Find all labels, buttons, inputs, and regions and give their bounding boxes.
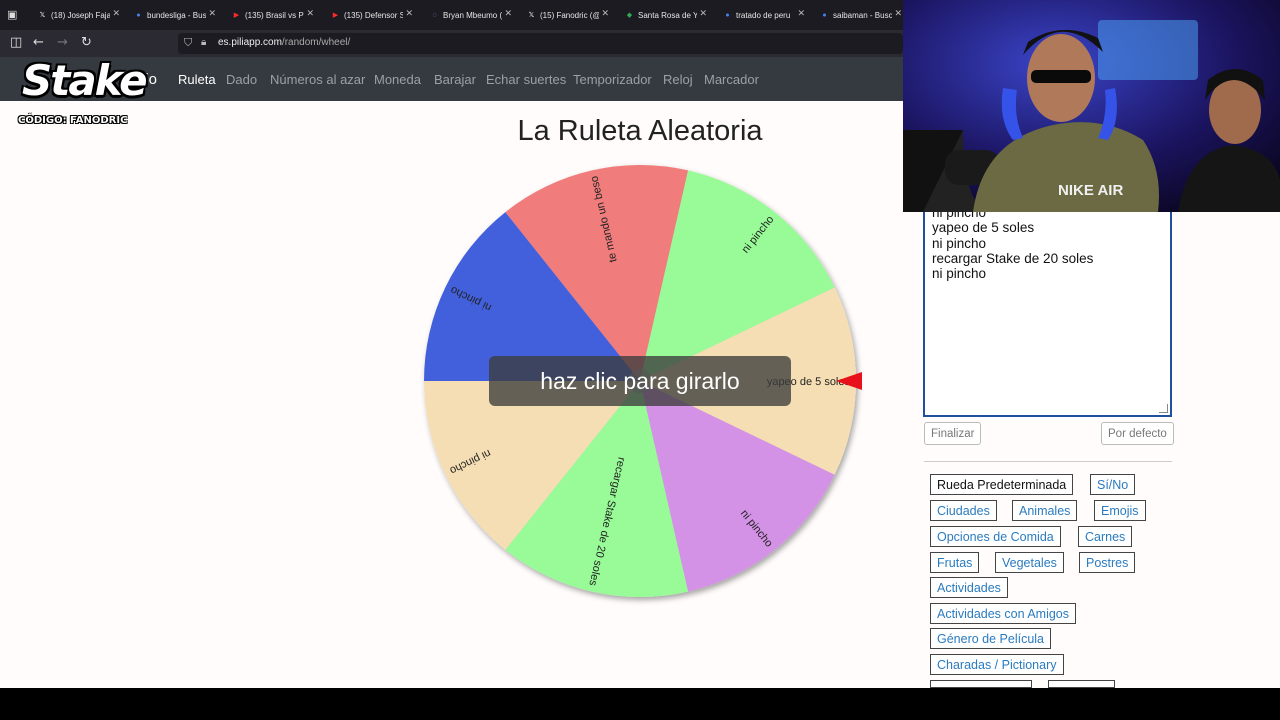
- maps-icon: ◆: [626, 12, 633, 19]
- nav-echar-suertes[interactable]: Echar suertes: [486, 72, 566, 87]
- preset-emojis[interactable]: Emojis: [1094, 500, 1146, 521]
- browser-tab-label: (135) Brasil vs Pe: [245, 10, 309, 20]
- x-icon: 𝕏: [528, 12, 535, 19]
- tab-close-icon[interactable]: ✕: [599, 8, 609, 19]
- webcam-overlay: NIKE AIR: [903, 0, 1280, 212]
- preset-postres[interactable]: Postres: [1079, 552, 1136, 573]
- nav-barajar[interactable]: Barajar: [434, 72, 476, 87]
- textarea-line: yapeo de 5 soles: [932, 220, 1035, 236]
- forward-arrow-icon[interactable]: →: [57, 36, 68, 50]
- tab-close-icon[interactable]: ✕: [795, 8, 805, 19]
- textarea-line: ni pincho: [932, 266, 987, 282]
- finish-button[interactable]: Finalizar: [924, 422, 982, 445]
- lock-icon[interactable]: 🔒︎: [201, 36, 206, 50]
- panel-divider: [924, 461, 1172, 462]
- webcam-shirt-text: NIKE AIR: [1058, 182, 1123, 199]
- browser-tab[interactable]: ● tratado de peru ✕: [723, 5, 805, 25]
- textarea-line: recargar Stake de 20 soles: [932, 250, 1094, 266]
- browser-tab[interactable]: ● saibaman - Busc ✕: [820, 5, 902, 25]
- browser-tab-label: (15) Fanodric (@: [540, 10, 601, 20]
- nav-marcador[interactable]: Marcador: [704, 72, 759, 87]
- browser-tab-label: bundesliga - Busc: [147, 10, 211, 20]
- reload-icon[interactable]: ↻: [81, 36, 92, 50]
- stake-logo-word: Stake: [22, 56, 148, 105]
- url-domain: es.piliapp.com: [218, 37, 282, 48]
- browser-tab[interactable]: ◆ Santa Rosa de Ya ✕: [625, 5, 707, 25]
- browser-tab-label: Bryan Mbeumo (: [443, 10, 503, 20]
- tab-close-icon[interactable]: ✕: [110, 8, 120, 19]
- preset-partial-2[interactable]: [1048, 680, 1115, 688]
- shield-icon[interactable]: ⛉: [184, 36, 192, 50]
- address-bar[interactable]: ⛉ 🔒︎ es.piliapp.com/random/wheel/: [178, 33, 903, 54]
- youtube-icon: ▶: [233, 12, 240, 19]
- preset-frutas[interactable]: Frutas: [930, 552, 980, 573]
- youtube-icon: ▶: [332, 12, 339, 19]
- nav-moneda[interactable]: Moneda: [374, 72, 421, 87]
- default-button[interactable]: Por defecto: [1101, 422, 1174, 445]
- browser-tab-label: (18) Joseph Fajar: [51, 10, 114, 20]
- stake-promo-code: CÓDIGO: FANODRIC: [18, 115, 128, 126]
- options-textarea-lines: ni pincho yapeo de 5 soles ni pincho recarg…: [932, 212, 1093, 281]
- tab-close-icon[interactable]: ✕: [697, 8, 707, 19]
- preset-ciudades[interactable]: Ciudades: [930, 500, 997, 521]
- browser-tab[interactable]: ◌ Bryan Mbeumo (✕: [430, 5, 512, 25]
- preset-rueda-predeterminada[interactable]: Rueda Predeterminada: [930, 474, 1074, 495]
- browser-tab-label: (135) Defensor S: [344, 10, 405, 20]
- google-icon: ●: [136, 11, 141, 19]
- browser-tab-label: saibaman - Busc: [833, 10, 893, 20]
- preset-carnes[interactable]: Carnes: [1078, 526, 1133, 547]
- tab-close-icon[interactable]: ✕: [403, 8, 413, 19]
- stake-logo-overlay: Stake CÓDIGO: FANODRIC: [0, 56, 148, 132]
- nav-dado[interactable]: Dado: [226, 72, 257, 87]
- browser-tab[interactable]: ▶ (135) Defensor S ✕: [331, 5, 413, 25]
- google-icon: ●: [822, 11, 827, 19]
- generic-icon: ◌: [432, 11, 437, 19]
- nav-temporizador[interactable]: Temporizador: [573, 72, 652, 87]
- preset-partial-1[interactable]: [930, 680, 1032, 688]
- browser-tab-label: Santa Rosa de Ya: [638, 10, 703, 20]
- sidebar-toggle-icon[interactable]: ◫: [10, 36, 22, 50]
- x-icon: 𝕏: [39, 12, 46, 19]
- tab-overview-icon[interactable]: ▣: [7, 8, 17, 22]
- preset-opciones-de-comida[interactable]: Opciones de Comida: [930, 526, 1061, 547]
- spin-prompt-overlay[interactable]: haz clic para girarlo: [489, 356, 791, 406]
- resize-handle-icon[interactable]: [1159, 404, 1168, 413]
- preset-vegetales[interactable]: Vegetales: [995, 552, 1064, 573]
- back-arrow-icon[interactable]: ←: [33, 36, 44, 50]
- textarea-line: ni pincho: [932, 212, 987, 220]
- bottom-black-bar: [0, 688, 1280, 720]
- tab-close-icon[interactable]: ✕: [502, 8, 512, 19]
- textarea-line: ni pincho: [932, 235, 987, 251]
- nav-numeros-al-azar[interactable]: Números al azar: [270, 72, 365, 87]
- preset-actividades[interactable]: Actividades: [930, 577, 1008, 598]
- preset-si-no[interactable]: Sí/No: [1090, 474, 1136, 495]
- nav-ruleta[interactable]: Ruleta: [178, 72, 216, 87]
- preset-genero-de-pelicula[interactable]: Género de Película: [930, 628, 1052, 649]
- tab-close-icon[interactable]: ✕: [304, 8, 314, 19]
- tab-close-icon[interactable]: ✕: [892, 8, 902, 19]
- preset-actividades-con-amigos[interactable]: Actividades con Amigos: [930, 603, 1077, 624]
- nav-reloj[interactable]: Reloj: [663, 72, 693, 87]
- url-text: es.piliapp.com/random/wheel/: [218, 37, 350, 48]
- browser-tab[interactable]: ● bundesliga - Busc ✕: [134, 5, 216, 25]
- browser-nav-bar: ◫ ← → ↻ ⛉ 🔒︎ es.piliapp.com/random/wheel…: [0, 30, 903, 57]
- browser-tab[interactable]: 𝕏 (18) Joseph Fajar ✕: [38, 5, 120, 25]
- url-path: /random/wheel/: [281, 37, 351, 48]
- options-textarea[interactable]: ni pincho yapeo de 5 soles ni pincho recarg…: [923, 212, 1172, 417]
- google-icon: ●: [725, 11, 730, 19]
- preset-charadas-pictionary[interactable]: Charadas / Pictionary: [930, 654, 1064, 675]
- tab-close-icon[interactable]: ✕: [206, 8, 216, 19]
- preset-animales[interactable]: Animales: [1012, 500, 1078, 521]
- browser-tab[interactable]: ▶ (135) Brasil vs Pe ✕: [232, 5, 314, 25]
- browser-tab-label: tratado de peru: [736, 10, 791, 20]
- browser-tab[interactable]: 𝕏 (15) Fanodric (@ ✕: [527, 5, 609, 25]
- webcam-feed: NIKE AIR: [903, 0, 1280, 212]
